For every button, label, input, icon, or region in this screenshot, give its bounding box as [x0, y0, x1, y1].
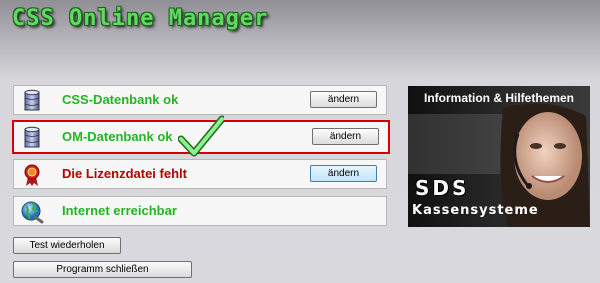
status-row-license: Die Lizenzdatei fehlt ändern [13, 159, 387, 189]
close-program-button[interactable]: Programm schließen [13, 261, 192, 278]
award-ribbon-icon [24, 164, 40, 186]
status-label: CSS-Datenbank ok [62, 92, 179, 107]
change-css-database-button[interactable]: ändern [310, 91, 377, 108]
database-icon [24, 89, 40, 111]
info-panel-subtitle: Kassensysteme [412, 203, 539, 218]
status-row-internet: Internet erreichbar [13, 196, 387, 226]
status-row-css-database: CSS-Datenbank ok ändern [13, 85, 387, 115]
sds-logo: SDS [415, 176, 470, 200]
globe-icon [21, 201, 44, 224]
status-label: OM-Datenbank ok [62, 129, 173, 144]
status-label: Internet erreichbar [62, 203, 177, 218]
info-panel-title: Information & Hilfethemen [423, 91, 574, 105]
checkmark-icon [178, 115, 224, 157]
change-license-button[interactable]: ändern [310, 165, 377, 182]
retest-button[interactable]: Test wiederholen [13, 237, 121, 254]
change-om-database-button[interactable]: ändern [312, 128, 379, 145]
info-help-panel[interactable]: Information & Hilfethemen SDS Kassensyst… [408, 86, 590, 227]
status-label: Die Lizenzdatei fehlt [62, 166, 187, 181]
app-title: CSS Online Manager [12, 6, 269, 31]
database-icon [24, 126, 40, 148]
